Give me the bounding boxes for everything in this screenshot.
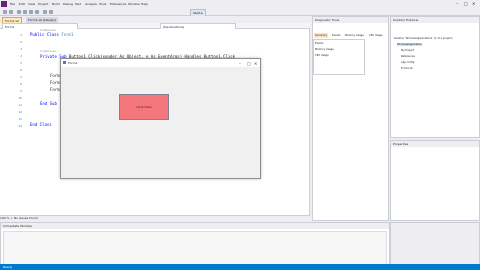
tab-events[interactable]: Events bbox=[331, 33, 341, 38]
panel-title: Solution Explorer bbox=[391, 17, 479, 23]
toolbar: Start ▸ bbox=[0, 8, 480, 17]
menu-tools[interactable]: Tools bbox=[99, 2, 106, 6]
list-item: CPU Usage bbox=[315, 54, 329, 57]
tree-item[interactable]: References bbox=[401, 55, 415, 58]
panel-title: Diagnostic Tools bbox=[313, 17, 388, 23]
diagnostic-tools-panel: Diagnostic Tools Summary Events Memory U… bbox=[312, 16, 389, 221]
line-number: 8 bbox=[20, 82, 22, 86]
immediate-window: Immediate Window bbox=[0, 222, 390, 267]
form1-titlebar[interactable]: Form1 – □ ✕ bbox=[61, 59, 260, 67]
tree-item[interactable]: Solution 'WindowsApplication1' (1 of 1 p… bbox=[394, 37, 452, 40]
tree-item[interactable]: WindowsApplication bbox=[397, 43, 423, 46]
tab-memory-usage[interactable]: Memory Usage bbox=[344, 33, 365, 38]
panel-title: Properties bbox=[391, 141, 479, 147]
right-bottom-panel bbox=[390, 222, 480, 266]
line-number: 11 bbox=[18, 103, 22, 107]
open-icon[interactable] bbox=[23, 10, 27, 14]
menu-view[interactable]: View bbox=[28, 2, 35, 6]
line-number: 9 bbox=[20, 89, 22, 93]
line-number: 3 bbox=[20, 47, 22, 51]
tree-item[interactable]: Form1.vb bbox=[401, 67, 413, 70]
maximize-icon[interactable]: □ bbox=[247, 60, 251, 68]
new-file-icon[interactable] bbox=[17, 10, 21, 14]
line-number: 1 bbox=[20, 33, 22, 37]
keyword: Public Class bbox=[30, 32, 59, 37]
menu-edit[interactable]: Edit bbox=[19, 2, 25, 6]
tree-item[interactable]: App.config bbox=[401, 61, 414, 64]
menu-window[interactable]: Window bbox=[128, 2, 140, 6]
panel-title: Immediate Window bbox=[1, 223, 389, 229]
form1-title: Form1 bbox=[68, 61, 78, 65]
line-number: 4 bbox=[20, 54, 22, 58]
codelens-references[interactable]: 0 references bbox=[40, 50, 56, 53]
forward-icon[interactable] bbox=[9, 10, 13, 14]
redo-icon[interactable] bbox=[49, 10, 53, 14]
immediate-window-content[interactable] bbox=[3, 231, 387, 267]
menu-extensions[interactable]: Extensions bbox=[110, 2, 126, 6]
menu-help[interactable]: Help bbox=[141, 2, 148, 6]
menu-project[interactable]: Project bbox=[38, 2, 48, 6]
back-icon[interactable] bbox=[3, 10, 7, 14]
click-here-button[interactable]: Click Here bbox=[119, 94, 169, 120]
close-icon[interactable]: ✕ bbox=[254, 60, 257, 68]
properties-window: Properties bbox=[390, 140, 480, 221]
list-item: Memory Usage bbox=[315, 48, 334, 51]
document-tabs: Form1.vb Form1.vb [Design] bbox=[0, 16, 310, 25]
diagnostic-summary-box: Events Memory Usage CPU Usage bbox=[313, 39, 365, 75]
status-bar: Ready bbox=[0, 264, 480, 270]
tree-item[interactable]: My Project bbox=[401, 49, 414, 52]
menu-debug[interactable]: Debug bbox=[63, 2, 73, 6]
save-icon[interactable] bbox=[29, 10, 33, 14]
status-text: Ready bbox=[3, 265, 13, 269]
save-all-icon[interactable] bbox=[35, 10, 39, 14]
minimize-icon[interactable]: – bbox=[456, 1, 458, 6]
menu-test[interactable]: Test bbox=[75, 2, 81, 6]
form-icon bbox=[63, 61, 66, 64]
editor-status: 100 % ✓ No issues found bbox=[0, 215, 310, 221]
solution-explorer: Solution Explorer Solution 'WindowsAppli… bbox=[390, 16, 480, 138]
line-number: 2 bbox=[20, 40, 22, 44]
code-line-end-class: End Class bbox=[30, 122, 52, 127]
code-line-class: Public Class Form1 bbox=[30, 32, 73, 37]
line-number: 13 bbox=[18, 117, 22, 121]
line-number: 12 bbox=[18, 110, 22, 114]
visual-studio-logo-icon bbox=[1, 1, 7, 7]
undo-icon[interactable] bbox=[43, 10, 47, 14]
menu-build[interactable]: Build bbox=[52, 2, 60, 6]
minimize-icon[interactable]: – bbox=[239, 60, 241, 68]
tab-cpu-usage[interactable]: CPU Usage bbox=[368, 33, 384, 38]
class-name: Form1 bbox=[61, 32, 74, 37]
close-icon[interactable]: ✕ bbox=[472, 1, 475, 6]
maximize-icon[interactable]: □ bbox=[464, 1, 468, 6]
form1-window[interactable]: Form1 – □ ✕ Click Here bbox=[60, 58, 261, 179]
tab-summary[interactable]: Summary bbox=[314, 33, 329, 38]
menu-bar: File Edit View Project Build Debug Test … bbox=[0, 0, 480, 8]
line-number: 5 bbox=[20, 61, 22, 65]
menu-file[interactable]: File bbox=[10, 2, 15, 6]
line-number: 6 bbox=[20, 68, 22, 72]
code-line-end-sub: End Sub bbox=[40, 101, 57, 106]
line-number: 14 bbox=[18, 124, 22, 128]
menu-analyze[interactable]: Analyze bbox=[85, 2, 97, 6]
list-item: Events bbox=[315, 42, 324, 45]
line-number: 10 bbox=[18, 96, 22, 100]
line-number: 7 bbox=[20, 75, 22, 79]
